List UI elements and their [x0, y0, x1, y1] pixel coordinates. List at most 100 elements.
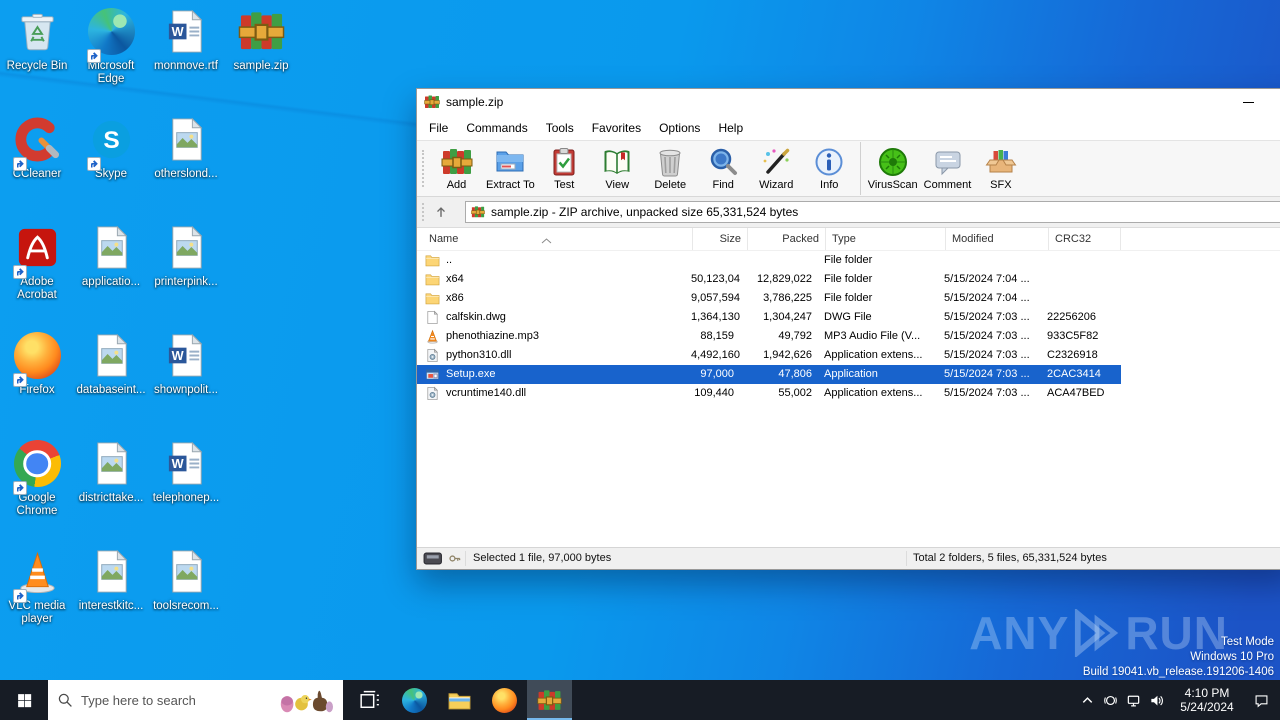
- exe-icon: [425, 367, 440, 382]
- column-header-size[interactable]: Size: [693, 228, 748, 250]
- clock-date: 5/24/2024: [1180, 700, 1234, 714]
- file-modified: 5/15/2024 7:03 ...: [944, 311, 1030, 323]
- desktop-icon[interactable]: sample.zip: [225, 8, 297, 73]
- desktop-icon[interactable]: Firefox: [1, 332, 73, 397]
- desktop-icon[interactable]: applicatio...: [75, 224, 147, 289]
- acrobat-icon: [14, 224, 61, 271]
- taskbar-app-button[interactable]: [437, 680, 482, 720]
- file-size: 1,364,130: [691, 311, 740, 323]
- menu-item[interactable]: Help: [709, 118, 752, 138]
- taskbar-app-button[interactable]: [347, 680, 392, 720]
- menu-item[interactable]: File: [420, 118, 457, 138]
- file-row[interactable]: Setup.exe 97,000 47,806 Application 5/15…: [417, 365, 1121, 384]
- desktop-icon-label: Microsoft Edge: [87, 60, 135, 85]
- taskbar-app-button[interactable]: [527, 680, 572, 720]
- menu-item[interactable]: Commands: [457, 118, 536, 138]
- toolbar-button[interactable]: SFX: [974, 142, 1027, 195]
- winrar-archive-icon: [471, 205, 485, 219]
- clock[interactable]: 4:10 PM 5/24/2024: [1175, 686, 1239, 714]
- search-input[interactable]: [81, 692, 270, 708]
- desktop-icon-label: VLC media player: [8, 600, 66, 625]
- column-header-packed[interactable]: Packed: [748, 228, 826, 250]
- desktop-icon[interactable]: toolsrecom...: [150, 548, 222, 613]
- up-one-level-button[interactable]: [429, 202, 453, 222]
- minimize-button[interactable]: [1237, 92, 1259, 112]
- desktop-icon[interactable]: S Skype: [75, 116, 147, 181]
- desktop-icon[interactable]: Google Chrome: [1, 440, 73, 518]
- taskbar-search[interactable]: [48, 680, 343, 720]
- sandbox-os: Windows 10 Pro: [1190, 651, 1274, 663]
- file-packed-size: 49,792: [778, 330, 812, 342]
- file-row[interactable]: python310.dll 4,492,160 1,942,626 Applic…: [417, 346, 1121, 365]
- archive-totals: Total 2 folders, 5 files, 65,331,524 byt…: [913, 552, 1107, 564]
- tray-network-icon[interactable]: [1122, 680, 1145, 720]
- start-button[interactable]: [0, 680, 48, 720]
- explorer-icon: [447, 688, 472, 713]
- info-icon: [813, 146, 845, 178]
- file-row[interactable]: x64 50,123,041 12,829,022 File folder 5/…: [417, 270, 1121, 289]
- toolbar-button[interactable]: Info: [803, 142, 856, 195]
- desktop-icon[interactable]: W telephonep...: [150, 440, 222, 505]
- column-header-modified[interactable]: Modified: [946, 228, 1049, 250]
- shortcut-arrow-icon: [13, 265, 27, 279]
- taskbar-app-button[interactable]: [482, 680, 527, 720]
- wizard-icon: [760, 146, 792, 178]
- desktop-icon[interactable]: otherslond...: [150, 116, 222, 181]
- image-file-icon: [163, 116, 210, 163]
- desktop-icon-label: districttake...: [78, 492, 144, 504]
- file-crc32: [1041, 251, 1113, 270]
- file-row[interactable]: x86 9,057,594 3,786,225 File folder 5/15…: [417, 289, 1121, 308]
- file-modified: 5/15/2024 7:03 ...: [944, 387, 1030, 399]
- desktop-icon[interactable]: districttake...: [75, 440, 147, 505]
- toolbar-button[interactable]: VirusScan: [859, 142, 921, 195]
- desktop-icon[interactable]: W monmove.rtf: [150, 8, 222, 73]
- desktop-icon[interactable]: Microsoft Edge: [75, 8, 147, 86]
- shortcut-arrow-icon: [13, 589, 27, 603]
- toolbar-button[interactable]: Find: [697, 142, 750, 195]
- menu-item[interactable]: Options: [650, 118, 709, 138]
- menu-item[interactable]: Favorites: [583, 118, 650, 138]
- file-name: x64: [446, 273, 464, 285]
- file-type: Application: [824, 368, 878, 380]
- toolbar-button[interactable]: Test: [538, 142, 591, 195]
- file-row[interactable]: calfskin.dwg 1,364,130 1,304,247 DWG Fil…: [417, 308, 1121, 327]
- file-type: Application extens...: [824, 349, 923, 361]
- desktop-icon[interactable]: W shownpolit...: [150, 332, 222, 397]
- file-row[interactable]: .. File folder: [417, 251, 1121, 270]
- desktop-icon[interactable]: CCleaner: [1, 116, 73, 181]
- file-type: File folder: [824, 273, 873, 285]
- menu-item[interactable]: Tools: [537, 118, 583, 138]
- desktop-icon-label: databaseint...: [76, 384, 146, 396]
- desktop-icon[interactable]: databaseint...: [75, 332, 147, 397]
- column-header-crc32[interactable]: CRC32: [1049, 228, 1121, 250]
- toolbar-button[interactable]: Extract To: [483, 142, 538, 195]
- firefox-small-icon: [492, 687, 517, 713]
- desktop-icon[interactable]: Recycle Bin: [1, 8, 73, 73]
- toolbar-button[interactable]: Wizard: [750, 142, 803, 195]
- tray-chevron-icon[interactable]: [1076, 680, 1099, 720]
- easter-decoration-icon: [278, 687, 334, 714]
- file-row[interactable]: vcruntime140.dll 109,440 55,002 Applicat…: [417, 384, 1121, 403]
- desktop-icon[interactable]: printerpink...: [150, 224, 222, 289]
- taskbar-app-button[interactable]: [392, 680, 437, 720]
- toolbar-button-label: Test: [554, 179, 575, 191]
- file-size: 9,057,594: [691, 292, 740, 304]
- window-titlebar[interactable]: sample.zip: [417, 89, 1280, 115]
- toolbar-button[interactable]: Add: [430, 142, 483, 195]
- toolbar-button[interactable]: Delete: [644, 142, 697, 195]
- edge-icon: [87, 8, 135, 55]
- menu-bar: File Commands Tools Favorites Options Help: [417, 115, 1280, 140]
- desktop-icon[interactable]: VLC media player: [1, 548, 73, 626]
- desktop-icon[interactable]: interestkitc...: [75, 548, 147, 613]
- action-center-icon[interactable]: [1246, 680, 1276, 720]
- toolbar-button[interactable]: View: [591, 142, 644, 195]
- toolbar-button[interactable]: Comment: [921, 142, 975, 195]
- file-row[interactable]: phenothiazine.mp3 88,159 49,792 MP3 Audi…: [417, 327, 1121, 346]
- column-header-type[interactable]: Type: [826, 228, 946, 250]
- tray-volume-icon[interactable]: [1145, 680, 1168, 720]
- shortcut-arrow-icon: [13, 481, 27, 495]
- column-header-name[interactable]: Name: [425, 228, 693, 250]
- tray-update-icon[interactable]: [1099, 680, 1122, 720]
- archive-path-field[interactable]: sample.zip - ZIP archive, unpacked size …: [465, 201, 1280, 223]
- desktop-icon[interactable]: Adobe Acrobat: [1, 224, 73, 302]
